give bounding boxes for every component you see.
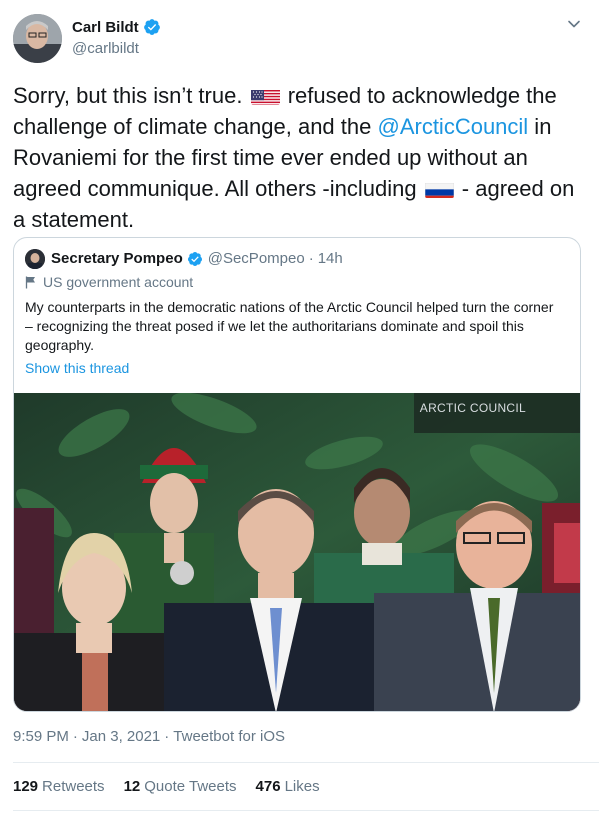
author-display-name[interactable]: Carl Bildt (72, 19, 139, 36)
quoted-author-avatar[interactable] (25, 249, 45, 269)
mention-link[interactable]: @ArcticCouncil (377, 114, 528, 139)
author-avatar[interactable] (13, 14, 62, 63)
quoted-tweet-text: My counterparts in the democratic nation… (25, 299, 554, 353)
retweets-count: 129 (13, 778, 39, 795)
show-thread-link[interactable]: Show this thread (25, 360, 129, 376)
us-flag-icon (250, 86, 280, 105)
verified-badge-icon (187, 251, 202, 266)
separator-dot: · (164, 728, 170, 745)
flag-icon (25, 276, 35, 288)
group-photo-icon (14, 393, 580, 711)
likes-label: Likes (284, 778, 320, 795)
tweet-meta: 9:59 PM · Jan 3, 2021 · Tweetbot for iOS (13, 728, 285, 745)
tweet-time[interactable]: 9:59 PM (13, 728, 69, 745)
quoted-tweet[interactable]: Secretary Pompeo @SecPompeo · 14h US gov… (13, 237, 581, 712)
quote-tweets-count: 12 (123, 778, 141, 795)
quoted-tweet-photo[interactable]: ARCTIC COUNCIL (14, 393, 580, 711)
verified-badge-icon (143, 19, 160, 35)
russia-flag-icon (424, 179, 454, 198)
government-account-label: US government account (25, 274, 193, 290)
tweet-source[interactable]: Tweetbot for iOS (173, 728, 285, 745)
author-handle[interactable]: @carlbildt (72, 40, 139, 57)
separator-dot: · (308, 250, 314, 267)
photo-sign-text: ARCTIC COUNCIL (419, 401, 526, 415)
tweet: Carl Bildt @carlbildt Sorry, but this is… (0, 0, 599, 814)
quote-tweets-label: Quote Tweets (144, 778, 237, 795)
divider (13, 810, 599, 811)
quoted-display-name[interactable]: Secretary Pompeo (51, 250, 183, 267)
likes-stat[interactable]: 476 Likes (256, 778, 320, 795)
government-account-text: US government account (43, 274, 194, 290)
tweet-text: Sorry, but this isn’t true. refused to a… (13, 80, 589, 235)
tweet-text-part: Sorry, but this isn’t true. (13, 83, 249, 108)
likes-count: 476 (255, 778, 281, 795)
tweet-date[interactable]: Jan 3, 2021 (82, 728, 160, 745)
chevron-down-icon[interactable] (567, 17, 581, 31)
separator-dot: · (72, 728, 78, 745)
tweet-stats: 129 Retweets 12 Quote Tweets 476 Likes (13, 778, 339, 795)
divider (13, 762, 599, 763)
retweets-stat[interactable]: 129 Retweets (13, 778, 105, 795)
quoted-handle[interactable]: @SecPompeo (208, 250, 305, 267)
quoted-timestamp[interactable]: 14h (318, 250, 343, 267)
quoted-header: Secretary Pompeo @SecPompeo · 14h (51, 250, 343, 267)
profile-photo-icon (25, 249, 45, 269)
quote-tweets-stat[interactable]: 12 Quote Tweets (124, 778, 237, 795)
author-name-row[interactable]: Carl Bildt (72, 18, 161, 36)
retweets-label: Retweets (42, 778, 105, 795)
profile-photo-icon (13, 14, 62, 63)
